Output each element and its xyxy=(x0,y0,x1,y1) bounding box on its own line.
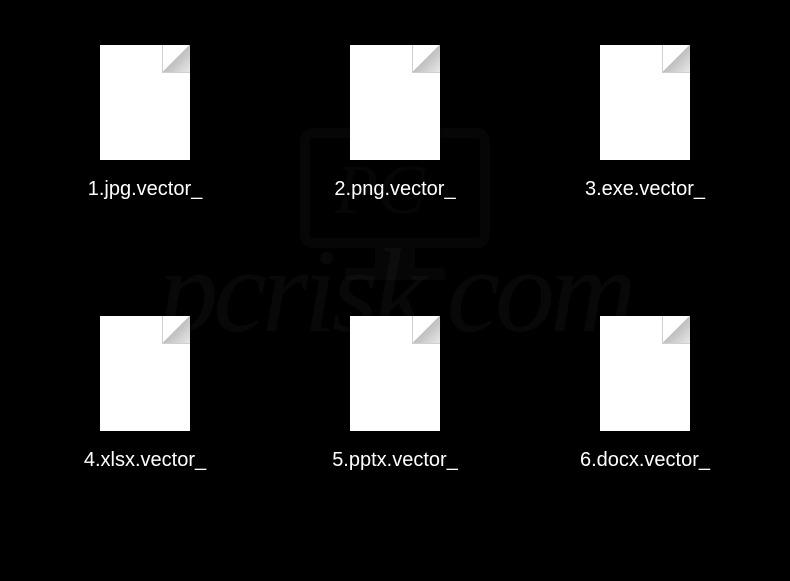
file-icon xyxy=(600,45,690,160)
file-item[interactable]: 3.exe.vector_ xyxy=(520,30,770,271)
file-label: 4.xlsx.vector_ xyxy=(84,449,206,472)
file-icon xyxy=(100,316,190,431)
file-label: 3.exe.vector_ xyxy=(585,178,705,201)
file-item[interactable]: 2.png.vector_ xyxy=(270,30,520,271)
file-icon xyxy=(350,45,440,160)
file-item[interactable]: 4.xlsx.vector_ xyxy=(20,301,270,542)
desktop-icons-grid: 1.jpg.vector_ 2.png.vector_ 3.exe.vector… xyxy=(0,0,790,581)
file-label: 5.pptx.vector_ xyxy=(332,449,458,472)
file-label: 1.jpg.vector_ xyxy=(88,178,203,201)
file-label: 2.png.vector_ xyxy=(334,178,455,201)
file-item[interactable]: 5.pptx.vector_ xyxy=(270,301,520,542)
file-icon xyxy=(350,316,440,431)
file-item[interactable]: 1.jpg.vector_ xyxy=(20,30,270,271)
file-icon xyxy=(600,316,690,431)
file-icon xyxy=(100,45,190,160)
file-item[interactable]: 6.docx.vector_ xyxy=(520,301,770,542)
file-label: 6.docx.vector_ xyxy=(580,449,710,472)
